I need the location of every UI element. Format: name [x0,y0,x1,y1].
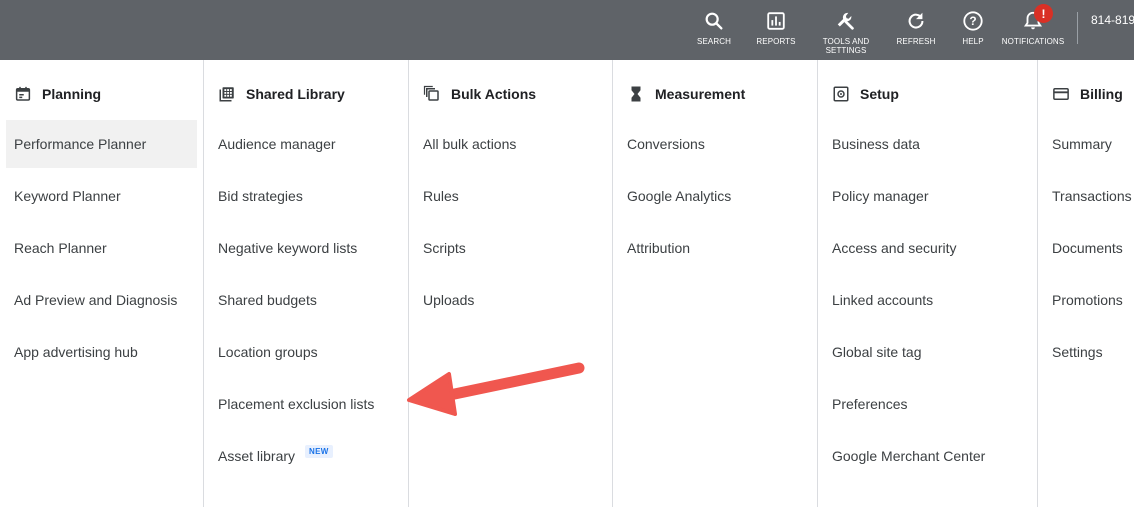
new-badge: NEW [305,444,333,458]
menu-item-scripts[interactable]: Scripts [415,224,606,272]
menu-item-reach-planner[interactable]: Reach Planner [6,224,197,272]
measurement-header: Measurement [627,84,745,104]
menu-item-global-site-tag[interactable]: Global site tag [824,328,1031,376]
shared-library-title: Shared Library [246,86,345,102]
notification-badge: ! [1034,4,1053,23]
wrench-icon [837,12,854,30]
menu-item-preferences[interactable]: Preferences [824,380,1031,428]
credit-card-icon [1053,88,1069,100]
help-button[interactable]: ? HELP [953,0,993,60]
account-id[interactable]: 814-819 [1091,13,1134,27]
menu-item-rules[interactable]: Rules [415,172,606,220]
menu-item-all-bulk-actions[interactable]: All bulk actions [415,120,606,168]
menu-item-promotions[interactable]: Promotions [1044,276,1134,324]
menu-item-linked-accounts[interactable]: Linked accounts [824,276,1031,324]
calendar-icon [15,86,31,101]
refresh-icon [908,12,924,29]
library-icon [219,87,234,102]
reports-icon [767,12,785,30]
measurement-column: Measurement Conversions Google Analytics… [613,60,818,507]
menu-item-negative-keyword-lists[interactable]: Negative keyword lists [210,224,402,272]
menu-item-location-groups[interactable]: Location groups [210,328,402,376]
menu-item-uploads[interactable]: Uploads [415,276,606,324]
search-label: SEARCH [697,37,731,46]
annotation-arrow [407,362,585,416]
help-icon: ? [963,11,983,31]
refresh-label: REFRESH [896,37,936,46]
setup-header: Setup [832,84,899,104]
menu-item-access-and-security[interactable]: Access and security [824,224,1031,272]
menu-item-attribution[interactable]: Attribution [619,224,811,272]
tools-and-settings-button[interactable]: TOOLS AND SETTINGS [818,0,874,60]
shared-library-header: Shared Library [218,84,345,104]
search-icon [705,12,723,30]
bulk-actions-title: Bulk Actions [451,86,537,102]
menu-item-summary[interactable]: Summary [1044,120,1134,168]
setup-column: Setup Business data Policy manager Acces… [818,60,1038,507]
top-bar: SEARCH REPORTS TOOLS AND SETTINGS REFRESH… [0,0,1134,60]
help-label: HELP [962,37,984,46]
menu-item-policy-manager[interactable]: Policy manager [824,172,1031,220]
refresh-button[interactable]: REFRESH [894,0,938,60]
reports-label: REPORTS [756,37,796,46]
menu-item-keyword-planner[interactable]: Keyword Planner [6,172,197,220]
planning-title: Planning [42,86,102,102]
notifications-button[interactable]: ! NOTIFICATIONS [1001,0,1065,60]
notifications-label: NOTIFICATIONS [1001,37,1065,46]
bulk-actions-header: Bulk Actions [423,84,536,104]
menu-item-placement-exclusion-lists[interactable]: Placement exclusion lists [210,380,402,428]
reports-button[interactable]: REPORTS [754,0,798,60]
topbar-divider [1077,12,1078,44]
menu-item-asset-library[interactable]: Asset library NEW [210,432,402,480]
setup-title: Setup [860,86,899,102]
billing-header: Billing [1052,84,1123,104]
tools-label-line1: TOOLS AND [822,37,870,46]
menu-item-app-advertising-hub[interactable]: App advertising hub [6,328,197,376]
billing-title: Billing [1080,86,1123,102]
tools-label: TOOLS AND SETTINGS [823,37,870,55]
search-button[interactable]: SEARCH [694,0,734,60]
menu-item-google-analytics[interactable]: Google Analytics [619,172,811,220]
bulk-actions-column: Bulk Actions All bulk actions Rules Scri… [409,60,613,507]
menu-item-performance-planner[interactable]: Performance Planner [6,120,197,168]
planning-header: Planning [14,84,101,104]
setup-gear-icon [833,86,849,102]
menu-item-documents[interactable]: Documents [1044,224,1134,272]
menu-item-ad-preview-and-diagnosis[interactable]: Ad Preview and Diagnosis [6,276,197,324]
svg-text:?: ? [969,14,976,28]
menu-item-shared-budgets[interactable]: Shared budgets [210,276,402,324]
menu-item-settings[interactable]: Settings [1044,328,1134,376]
asset-library-label: Asset library [218,448,296,464]
tools-label-line2: SETTINGS [825,46,867,55]
menu-item-conversions[interactable]: Conversions [619,120,811,168]
hourglass-icon [631,86,641,102]
shared-library-column: Shared Library Audience manager Bid stra… [204,60,409,507]
planning-column: Planning Performance Planner Keyword Pla… [0,60,204,507]
menu-item-bid-strategies[interactable]: Bid strategies [210,172,402,220]
menu-item-business-data[interactable]: Business data [824,120,1031,168]
billing-column: Billing Summary Transactions Documents P… [1038,60,1134,507]
menu-item-google-merchant-center[interactable]: Google Merchant Center [824,432,1031,480]
menu-item-audience-manager[interactable]: Audience manager [210,120,402,168]
copy-icon [423,85,439,101]
menu-item-transactions[interactable]: Transactions [1044,172,1134,220]
measurement-title: Measurement [655,86,746,102]
